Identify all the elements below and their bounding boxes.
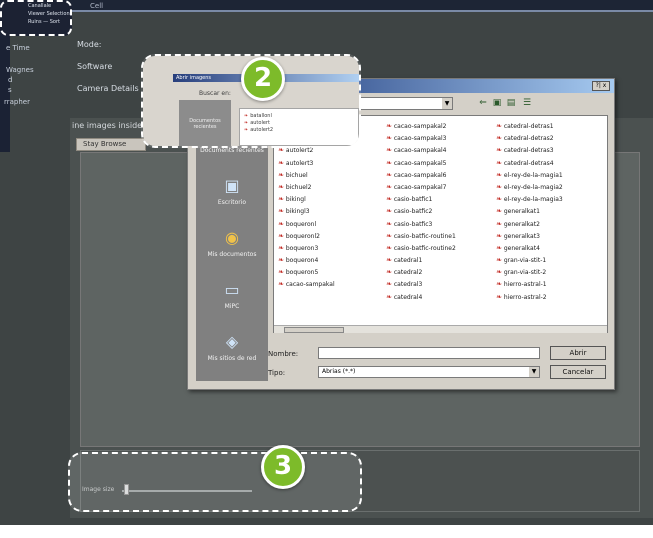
- file-item[interactable]: boqueronl: [278, 218, 335, 230]
- filetype-select[interactable]: Abrias (*.*) ▼: [318, 366, 540, 378]
- file-item[interactable]: bikingl3: [278, 205, 335, 217]
- top-panel-item: Viewer Selection: [28, 11, 70, 17]
- file-item[interactable]: cacao-sampakal4: [386, 144, 456, 156]
- file-item[interactable]: bikingl: [278, 193, 335, 205]
- network-icon: ◈: [225, 332, 239, 351]
- file-item[interactable]: catedral-detras3: [496, 144, 563, 156]
- file-item[interactable]: cacao-sampakal6: [386, 169, 456, 181]
- new-folder-icon[interactable]: ▤: [506, 98, 516, 108]
- place-my-computer[interactable]: ▭ MiPC: [196, 275, 268, 330]
- open-button[interactable]: Abrir: [550, 346, 606, 360]
- place-label: Mis sitios de red: [207, 355, 257, 362]
- file-item[interactable]: cacao-sampakal2: [386, 120, 456, 132]
- file-item[interactable]: boqueron5: [278, 266, 335, 278]
- file-item[interactable]: hierro-astral-2: [496, 291, 563, 303]
- back-icon[interactable]: ⇐: [478, 98, 488, 108]
- file-item[interactable]: bichuel2: [278, 181, 335, 193]
- file-item[interactable]: casio-batfic2: [386, 205, 456, 217]
- horizontal-scrollbar[interactable]: [274, 325, 607, 333]
- chevron-down-icon[interactable]: ▼: [529, 367, 539, 377]
- places-bar: ▦ Documents recientes ▣ Escritorio ◉ Mis…: [196, 115, 268, 381]
- file-item[interactable]: bichuel: [278, 169, 335, 181]
- desktop-icon: ▣: [224, 176, 240, 195]
- file-item[interactable]: gran-via-stit-1: [496, 254, 563, 266]
- place-label: MiPC: [224, 303, 240, 310]
- callout-frame-3: [68, 452, 362, 512]
- step-badge-2: 2: [241, 57, 285, 101]
- filename-label: Nombre:: [268, 350, 299, 358]
- place-my-documents[interactable]: ◉ Mis documentos: [196, 223, 268, 278]
- camera-details-label: Camera Details: [77, 84, 139, 93]
- file-item[interactable]: generalkat1: [496, 205, 563, 217]
- file-item[interactable]: casio-batfic-routine1: [386, 230, 456, 242]
- step-badge-3: 3: [261, 445, 305, 489]
- filename-input[interactable]: [318, 347, 540, 359]
- file-item[interactable]: boqueronl2: [278, 230, 335, 242]
- filetype-label: Tipo:: [268, 369, 286, 377]
- file-item[interactable]: generalkat4: [496, 242, 563, 254]
- documents-icon: ◉: [225, 228, 239, 247]
- nav-item-wagnes[interactable]: Wagnes: [6, 66, 34, 74]
- file-item[interactable]: catedral4: [386, 291, 456, 303]
- header-fragment: Cell: [90, 2, 104, 10]
- software-label: Software: [77, 62, 113, 71]
- place-label: Escritorio: [217, 199, 247, 206]
- top-left-callout: Canallale Viewer Selection Ruins — Sort: [0, 0, 72, 36]
- dialog-close-button[interactable]: ?| x: [592, 81, 610, 91]
- file-item[interactable]: el-rey-de-la-magia3: [496, 193, 563, 205]
- up-folder-icon[interactable]: ▣: [492, 98, 502, 108]
- file-item[interactable]: generalkat2: [496, 218, 563, 230]
- top-menu-bar: Cell: [0, 0, 653, 12]
- file-item[interactable]: catedral3: [386, 278, 456, 290]
- filetype-value: Abrias (*.*): [322, 368, 356, 375]
- file-item[interactable]: catedral2: [386, 266, 456, 278]
- file-item[interactable]: generalkat3: [496, 230, 563, 242]
- file-item[interactable]: catedral1: [386, 254, 456, 266]
- file-item[interactable]: cacao-sampakal: [278, 278, 335, 290]
- file-item[interactable]: catedral-detras1: [496, 120, 563, 132]
- top-panel-item: Ruins — Sort: [28, 19, 61, 25]
- nav-item-time[interactable]: e Time: [6, 44, 30, 52]
- file-item[interactable]: autolert3: [278, 157, 335, 169]
- file-item[interactable]: el-rey-de-la-magia1: [496, 169, 563, 181]
- top-panel-item: Canallale: [28, 3, 52, 9]
- nav-item-rrapher[interactable]: rrapher: [4, 98, 30, 106]
- browse-tab-button[interactable]: Stay Browse: [76, 138, 146, 151]
- cancel-button[interactable]: Cancelar: [550, 365, 606, 379]
- file-item[interactable]: casio-batfic1: [386, 193, 456, 205]
- nav-item-s[interactable]: s: [8, 86, 12, 94]
- file-column-2: cacao-sampakal2cacao-sampakal3cacao-samp…: [386, 120, 456, 303]
- file-item[interactable]: catedral-detras2: [496, 132, 563, 144]
- file-item[interactable]: el-rey-de-la-magia2: [496, 181, 563, 193]
- nav-item-d[interactable]: d: [8, 76, 12, 84]
- file-item[interactable]: cacao-sampakal7: [386, 181, 456, 193]
- scrollbar-thumb[interactable]: [284, 327, 344, 333]
- file-item[interactable]: hierro-astral-1: [496, 278, 563, 290]
- file-item[interactable]: boqueron3: [278, 242, 335, 254]
- file-item[interactable]: cacao-sampakal3: [386, 132, 456, 144]
- place-desktop[interactable]: ▣ Escritorio: [196, 171, 268, 226]
- file-item[interactable]: boqueron4: [278, 254, 335, 266]
- file-item[interactable]: cacao-sampakal5: [386, 157, 456, 169]
- place-network[interactable]: ◈ Mis sitios de red: [196, 327, 268, 382]
- place-label: Mis documentos: [207, 251, 257, 258]
- main-panel-title: ine images inside: [72, 121, 143, 130]
- file-item[interactable]: casio-batfic3: [386, 218, 456, 230]
- view-menu-icon[interactable]: ☰: [522, 98, 532, 108]
- file-item[interactable]: gran-via-stit-2: [496, 266, 563, 278]
- chevron-down-icon[interactable]: ▼: [442, 98, 452, 109]
- file-item[interactable]: catedral-detras4: [496, 157, 563, 169]
- mode-label: Mode:: [77, 40, 102, 49]
- place-label: Documents recientes: [200, 147, 264, 154]
- computer-icon: ▭: [224, 280, 240, 299]
- file-column-3: catedral-detras1catedral-detras2catedral…: [496, 120, 563, 303]
- file-item[interactable]: casio-batfic-routine2: [386, 242, 456, 254]
